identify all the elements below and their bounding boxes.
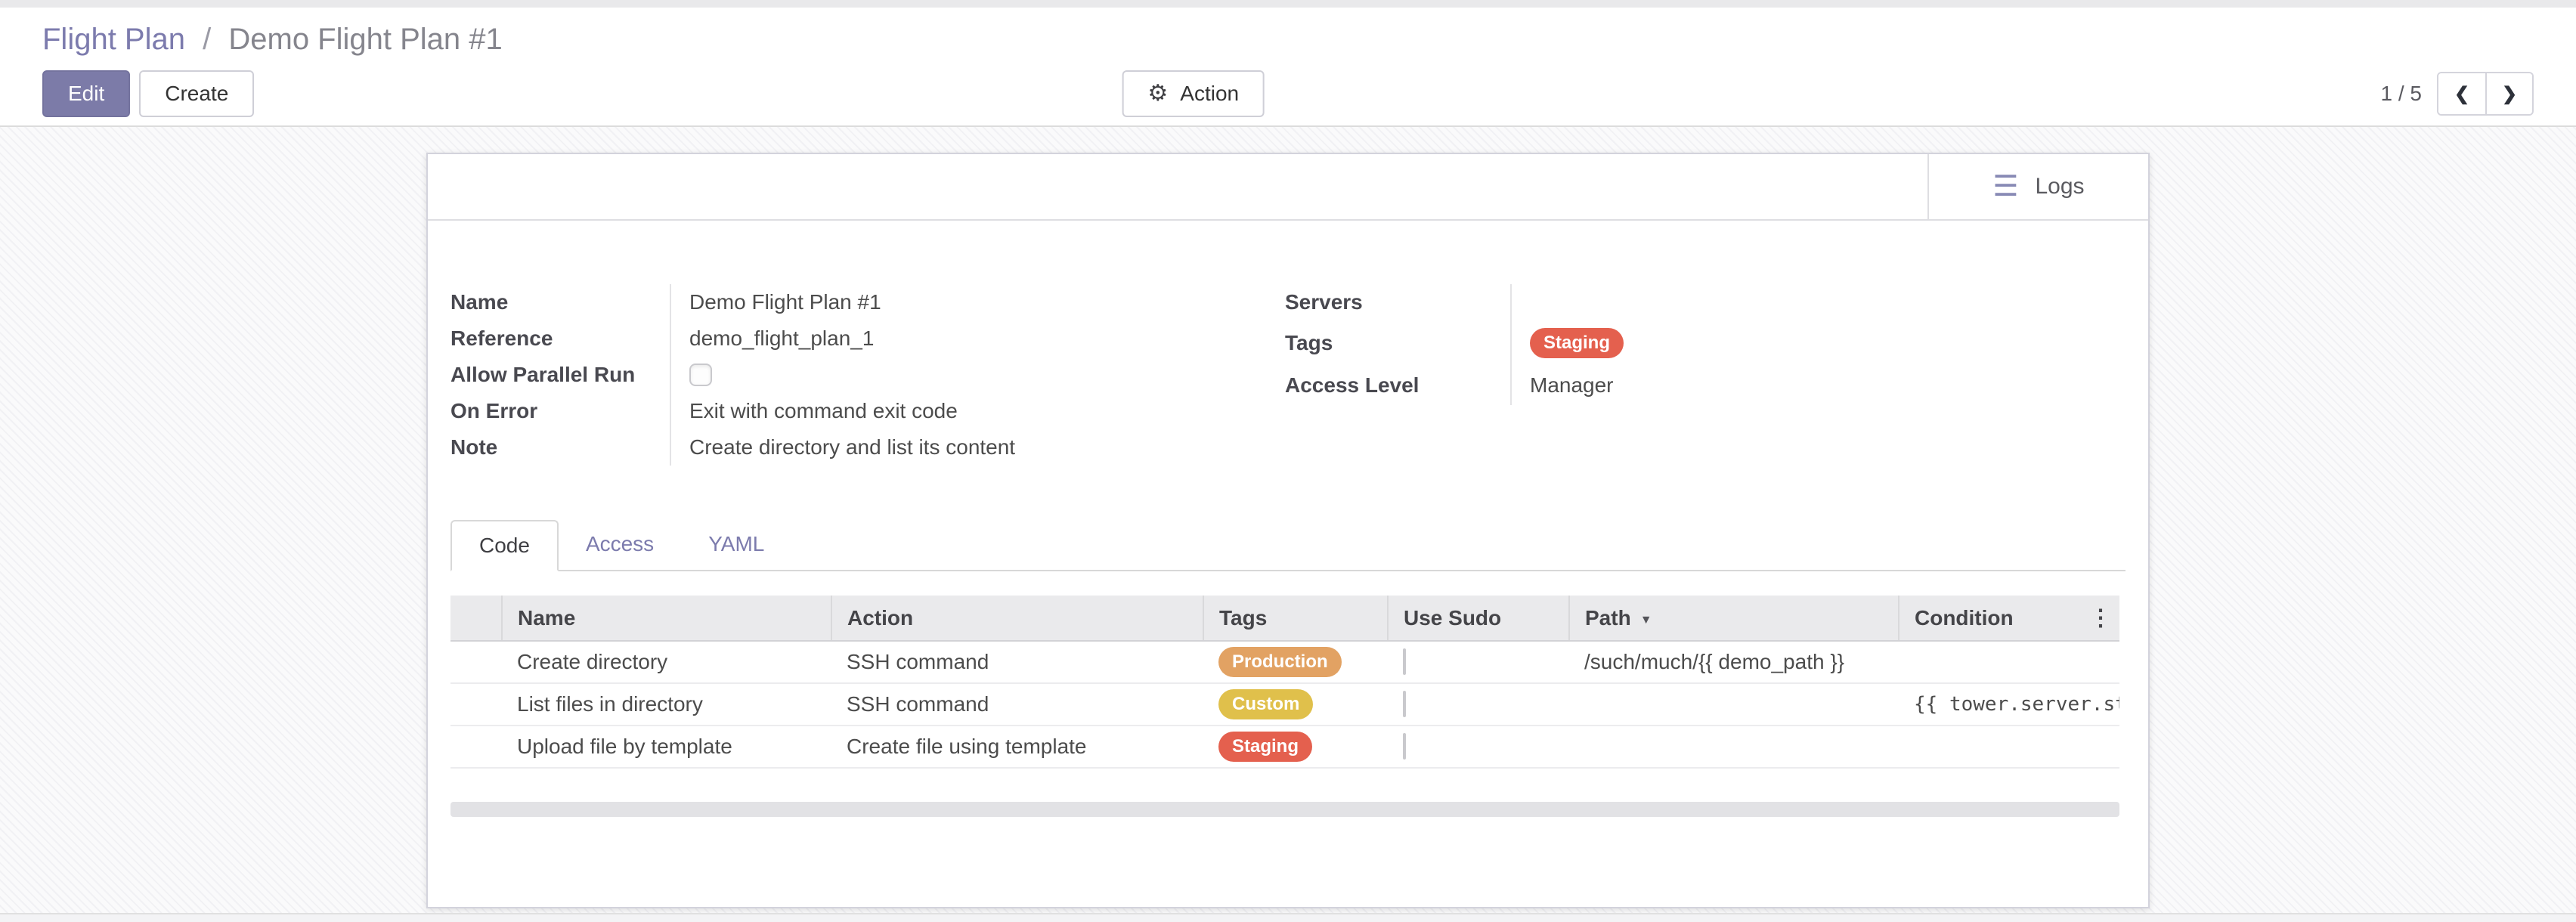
cell-action: SSH command — [831, 641, 1203, 683]
field-value-on-error: Exit with command exit code — [671, 399, 958, 423]
field-row-reference: Reference demo_flight_plan_1 — [450, 320, 1267, 357]
pager-value: 1 / 5 — [2381, 82, 2422, 106]
logs-button[interactable]: ☰ Logs — [1927, 154, 2148, 219]
cell-use-sudo — [1388, 641, 1569, 683]
breadcrumb-link-flight-plan[interactable]: Flight Plan — [42, 23, 185, 56]
cell-condition — [1899, 726, 2119, 768]
top-strip — [0, 0, 2576, 8]
cell-action: Create file using template — [831, 726, 1203, 768]
control-panel-buttons-row: Edit Create ⚙ Action 1 / 5 ❮ ❯ — [42, 62, 2534, 125]
cell-tags: Staging — [1203, 726, 1388, 768]
control-panel: Flight Plan / Demo Flight Plan #1 Edit C… — [0, 8, 2576, 127]
field-label: Name — [450, 284, 671, 320]
cell-condition — [1899, 641, 2119, 683]
optional-columns-icon[interactable]: ⋮ — [2089, 605, 2112, 631]
create-button[interactable]: Create — [139, 70, 254, 117]
form-view-background: ☰ Logs Name Demo Flight Plan #1 Referenc… — [0, 127, 2576, 913]
form-sheet-card: ☰ Logs Name Demo Flight Plan #1 Referenc… — [426, 153, 2150, 908]
pager: 1 / 5 ❮ ❯ — [2381, 72, 2534, 116]
row-handle-cell — [450, 641, 502, 683]
cell-action: SSH command — [831, 683, 1203, 726]
column-header-use-sudo[interactable]: Use Sudo — [1388, 596, 1569, 641]
horizontal-scrollbar[interactable] — [450, 802, 2119, 817]
tag-staging[interactable]: Staging — [1530, 328, 1624, 358]
logs-button-label: Logs — [2036, 174, 2085, 200]
cell-path: /such/much/{{ demo_path }} — [1569, 641, 1899, 683]
cell-name: Create directory — [502, 641, 831, 683]
field-label: Note — [450, 429, 671, 466]
form-sheet: Name Demo Flight Plan #1 Reference demo_… — [428, 221, 2148, 907]
table-row[interactable]: Create directory SSH command Production … — [450, 641, 2119, 683]
tab-code[interactable]: Code — [450, 520, 559, 571]
cell-condition: {{ tower.server.st — [1899, 683, 2119, 726]
cell-path — [1569, 683, 1899, 726]
field-row-servers: Servers — [1285, 284, 1935, 320]
column-header-name[interactable]: Name — [502, 596, 831, 641]
row-handle-cell — [450, 726, 502, 768]
page: Flight Plan / Demo Flight Plan #1 Edit C… — [0, 0, 2576, 922]
field-value-name: Demo Flight Plan #1 — [671, 290, 881, 314]
action-menu-label: Action — [1180, 82, 1239, 106]
field-label: Servers — [1285, 284, 1512, 320]
column-header-tags[interactable]: Tags — [1203, 596, 1388, 641]
commands-list-table: Name Action Tags Use Sudo Path ▼ Conditio… — [450, 596, 2119, 769]
logs-list-icon: ☰ — [1992, 172, 2018, 201]
column-header-condition-label: Condition — [1915, 606, 2014, 630]
field-label: Reference — [450, 320, 671, 357]
field-value-reference: demo_flight_plan_1 — [671, 326, 874, 351]
table-row[interactable]: Upload file by template Create file usin… — [450, 726, 2119, 768]
cell-path — [1569, 726, 1899, 768]
field-row-note: Note Create directory and list its conte… — [450, 429, 1267, 466]
tag-production: Production — [1218, 647, 1342, 677]
cell-use-sudo — [1388, 683, 1569, 726]
field-groups: Name Demo Flight Plan #1 Reference demo_… — [450, 284, 2126, 466]
field-row-allow-parallel-run: Allow Parallel Run — [450, 357, 1267, 393]
field-label: Tags — [1285, 320, 1512, 366]
cell-tags: Custom — [1203, 683, 1388, 726]
edit-button[interactable]: Edit — [42, 70, 130, 117]
column-header-path[interactable]: Path ▼ — [1569, 596, 1899, 641]
use-sudo-checkbox[interactable] — [1403, 733, 1406, 760]
cell-name: Upload file by template — [502, 726, 831, 768]
pager-next-button[interactable]: ❯ — [2485, 73, 2532, 114]
tab-access[interactable]: Access — [559, 520, 681, 570]
field-row-access-level: Access Level Manager — [1285, 366, 1935, 405]
field-row-name: Name Demo Flight Plan #1 — [450, 284, 1267, 320]
sort-descending-icon: ▼ — [1640, 614, 1652, 627]
field-label: Access Level — [1285, 366, 1512, 405]
cell-tags: Production — [1203, 641, 1388, 683]
field-row-on-error: On Error Exit with command exit code — [450, 393, 1267, 429]
cell-name: List files in directory — [502, 683, 831, 726]
breadcrumb: Flight Plan / Demo Flight Plan #1 — [42, 17, 2534, 62]
breadcrumb-separator: / — [203, 23, 211, 56]
tag-custom: Custom — [1218, 689, 1313, 719]
pager-previous-button[interactable]: ❮ — [2438, 73, 2485, 114]
column-header-condition[interactable]: Condition ⋮ — [1899, 596, 2119, 641]
field-group-right: Servers Tags Staging Access Level Manage… — [1285, 284, 1935, 466]
action-menu-button[interactable]: ⚙ Action — [1122, 70, 1265, 117]
notebook-tabs: Code Access YAML — [450, 520, 2126, 571]
field-value-access-level: Manager — [1512, 373, 1614, 398]
cell-use-sudo — [1388, 726, 1569, 768]
field-label: Allow Parallel Run — [450, 357, 671, 393]
column-header-action[interactable]: Action — [831, 596, 1203, 641]
table-header-row: Name Action Tags Use Sudo Path ▼ Conditio… — [450, 596, 2119, 641]
tab-yaml[interactable]: YAML — [681, 520, 791, 570]
button-box: ☰ Logs — [428, 154, 2148, 221]
row-handle-cell — [450, 683, 502, 726]
allow-parallel-run-checkbox[interactable] — [689, 364, 712, 386]
column-header-path-label: Path — [1585, 606, 1631, 630]
tag-staging: Staging — [1218, 732, 1312, 762]
column-header-handle — [450, 596, 502, 641]
gear-icon: ⚙ — [1147, 82, 1168, 105]
bottom-strip — [0, 913, 2576, 922]
use-sudo-checkbox[interactable] — [1403, 691, 1406, 717]
field-group-left: Name Demo Flight Plan #1 Reference demo_… — [450, 284, 1267, 466]
field-row-tags: Tags Staging — [1285, 320, 1935, 366]
use-sudo-checkbox[interactable] — [1403, 648, 1406, 675]
table-row[interactable]: List files in directory SSH command Cust… — [450, 683, 2119, 726]
field-value-note: Create directory and list its content — [671, 435, 1015, 459]
page-title: Demo Flight Plan #1 — [228, 23, 502, 56]
field-label: On Error — [450, 393, 671, 429]
